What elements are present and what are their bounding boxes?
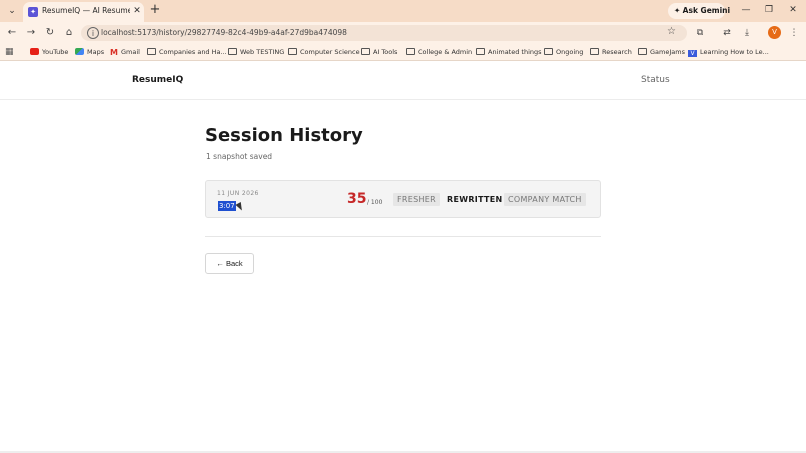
snapshot-score: 35 [347,191,367,207]
bookmark-companies[interactable]: Companies and Ha... [147,47,227,58]
folder-icon [544,48,553,55]
snapshot-count: 1 snapshot saved [206,152,273,161]
bookmark-computer-science[interactable]: Computer Science [288,47,360,58]
folder-icon [638,48,647,55]
apps-grid-icon[interactable]: ▦ [5,47,15,57]
site-header: ResumeIQ Status [0,62,806,100]
site-info-icon[interactable]: i [87,27,99,39]
translate-icon[interactable]: ⇄ [720,26,734,40]
bookmark-college-admin[interactable]: College & Admin [406,47,472,58]
folder-icon [147,48,156,55]
bookmark-label: AI Tools [373,48,398,56]
bookmark-maps[interactable]: Maps [75,47,104,58]
back-button[interactable]: ← Back [205,253,254,274]
page-title: Session History [205,125,363,146]
folder-icon [590,48,599,55]
ask-gemini-button[interactable]: ✦ Ask Gemini [668,3,730,19]
bookmark-label: Research [602,48,632,56]
mouse-cursor-icon [235,202,245,212]
brand-logo[interactable]: ResumeIQ [132,75,183,85]
bookmark-label: Gmail [120,48,140,56]
address-bar[interactable]: i localhost:5173/history/29827749-82c4-4… [81,25,687,41]
youtube-icon [30,48,39,55]
v-icon: V [688,50,697,57]
bookmark-learning[interactable]: V Learning How to Le... [688,47,769,58]
profile-avatar[interactable]: V [768,26,781,39]
bookmark-label: Maps [87,48,105,56]
home-icon[interactable]: ⌂ [62,26,76,40]
bookmark-label: Ongoing [556,48,584,56]
bookmark-label: Animated things [488,48,542,56]
address-url[interactable]: localhost:5173/history/29827749-82c4-49b… [101,28,347,37]
bookmark-gmail[interactable]: M Gmail [110,47,140,58]
bookmark-label: College & Admin [418,48,473,56]
snapshot-time: 3:07 [218,201,236,211]
bookmark-label: GameJams [650,48,685,56]
section-divider [205,236,601,237]
folder-icon [476,48,485,55]
forward-nav-icon[interactable]: → [24,26,38,40]
minimize-window-icon[interactable]: — [737,3,755,17]
bookmark-label: Learning How to Le... [700,48,769,56]
snapshot-score-max: / 100 [367,199,383,206]
folder-icon [361,48,370,55]
bookmark-ai-tools[interactable]: AI Tools [361,47,397,58]
resumeiq-favicon-icon: ✦ [28,7,38,17]
close-window-icon[interactable]: ✕ [784,3,802,17]
nav-status-link[interactable]: Status [641,75,670,85]
extensions-icon[interactable]: ⧉ [693,26,707,40]
folder-icon [228,48,237,55]
snapshot-card[interactable]: 11 JUN 2026 3:07 35 / 100 FRESHER REWRIT… [205,180,601,218]
bookmark-animated-things[interactable]: Animated things [476,47,542,58]
folder-icon [288,48,297,55]
tab-search-icon[interactable]: ⌄ [4,3,20,19]
browser-tab-active[interactable]: ✦ ResumeIQ — AI Resume Analyz ✕ [23,2,144,22]
snapshot-date: 11 JUN 2026 [217,190,259,197]
maps-icon [75,48,84,55]
bookmark-label: Web TESTING [240,48,285,56]
ask-gemini-label: Ask Gemini [682,6,731,15]
folder-icon [406,48,415,55]
tab-title: ResumeIQ — AI Resume Analyz [42,6,130,15]
download-icon[interactable]: ⤓ [740,26,754,40]
new-tab-button[interactable]: + [148,3,162,17]
tag-rewritten: REWRITTEN [447,195,503,204]
bookmark-label: YouTube [42,48,69,56]
bookmark-web-testing[interactable]: Web TESTING [228,47,284,58]
browser-menu-icon[interactable]: ⋮ [787,26,801,40]
tag-fresher: FRESHER [393,193,441,206]
bookmark-label: Companies and Ha... [159,48,227,56]
bookmark-research[interactable]: Research [590,47,632,58]
bookmarks-bar: ▦ YouTube Maps M Gmail Companies and Ha..… [0,44,806,61]
bookmark-ongoing[interactable]: Ongoing [544,47,583,58]
browser-toolbar: ← → ↻ ⌂ i localhost:5173/history/2982774… [0,22,806,44]
close-tab-icon[interactable]: ✕ [131,5,143,17]
bookmark-label: Computer Science [300,48,360,56]
reload-icon[interactable]: ↻ [43,26,57,40]
bookmark-gamejams[interactable]: GameJams [638,47,685,58]
bookmark-youtube[interactable]: YouTube [30,47,68,58]
back-nav-icon[interactable]: ← [5,26,19,40]
gmail-icon: M [110,48,118,57]
gemini-sparkle-icon: ✦ [674,6,683,15]
bookmark-star-icon[interactable]: ☆ [667,26,676,37]
restore-window-icon[interactable]: ❐ [760,3,778,17]
tag-company-match: COMPANY MATCH [504,193,586,206]
browser-tab-strip: ⌄ ✦ ResumeIQ — AI Resume Analyz ✕ + ✦ As… [0,0,806,22]
